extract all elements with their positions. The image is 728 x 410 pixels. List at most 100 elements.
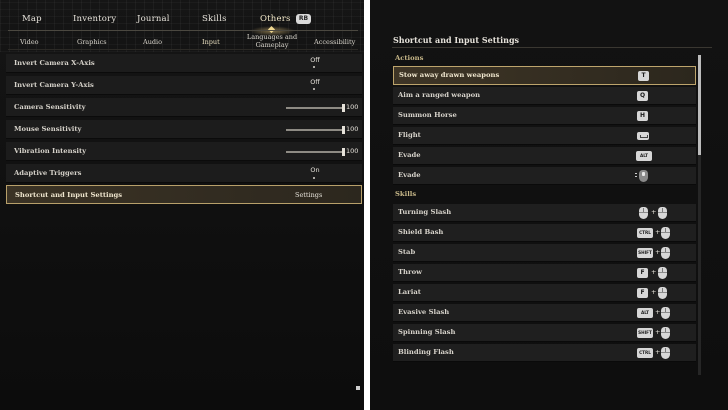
setting-invert-camera-x[interactable]: Invert Camera X-Axis Off — [6, 54, 362, 73]
slider-handle[interactable] — [342, 148, 345, 156]
mouse-icon — [658, 287, 667, 299]
subtab-divider — [8, 49, 358, 50]
action-row[interactable]: Evade ALT — [393, 147, 696, 165]
skill-label: Lariat — [398, 288, 421, 296]
slider-value: 100 — [346, 125, 359, 133]
mouse-icon — [658, 207, 667, 219]
setting-adaptive-triggers[interactable]: Adaptive Triggers On — [6, 164, 362, 183]
skill-row[interactable]: Spinning Slash SHIFT + — [393, 324, 696, 342]
toggle-value[interactable]: Off — [302, 78, 328, 86]
skill-label: Blinding Flash — [398, 348, 454, 356]
section-skills: Skills — [395, 190, 417, 198]
key-ctrl-icon: CTRL — [637, 228, 653, 238]
slider-value: 100 — [346, 147, 359, 155]
setting-label: Invert Camera X-Axis — [14, 59, 95, 67]
skill-row[interactable]: Stab SHIFT + — [393, 244, 696, 262]
subtab-audio[interactable]: Audio — [143, 38, 162, 46]
skill-row[interactable]: Throw F + — [393, 264, 696, 282]
key-ctrl-icon: CTRL — [637, 348, 653, 358]
subtab-input[interactable]: Input — [202, 38, 220, 46]
tab-journal[interactable]: Journal — [137, 14, 170, 24]
tab-skills[interactable]: Skills — [202, 14, 227, 24]
toggle-value[interactable]: On — [302, 166, 328, 174]
key-f-icon: F — [637, 268, 648, 278]
scroll-arrows-icon — [635, 173, 637, 179]
slider-value: 100 — [346, 103, 359, 111]
vibration-intensity-slider[interactable] — [286, 148, 345, 156]
tab-inventory[interactable]: Inventory — [73, 14, 116, 24]
tab-divider — [8, 30, 358, 31]
setting-mouse-sensitivity[interactable]: Mouse Sensitivity 100 — [6, 120, 362, 139]
mouse-icon — [661, 347, 670, 359]
tab-others[interactable]: Others — [260, 14, 291, 24]
settings-panel: Map Inventory Journal Skills Others RB V… — [0, 0, 364, 410]
toggle-indicator — [313, 88, 315, 90]
subtab-video[interactable]: Video — [20, 38, 39, 46]
toggle-value[interactable]: Off — [302, 56, 328, 64]
scrollbar-thumb[interactable] — [698, 55, 701, 155]
skill-row[interactable]: Blinding Flash CTRL + — [393, 344, 696, 362]
key-alt-icon: ALT — [636, 151, 652, 161]
skill-label: Turning Slash — [398, 208, 452, 216]
key-q-icon: Q — [637, 91, 648, 101]
setting-camera-sensitivity[interactable]: Camera Sensitivity 100 — [6, 98, 362, 117]
setting-label: Shortcut and Input Settings — [15, 191, 123, 199]
skill-label: Stab — [398, 248, 416, 256]
action-label: Stow away drawn weapons — [399, 71, 500, 79]
plus-sign: + — [651, 288, 657, 296]
action-label: Aim a ranged weapon — [398, 91, 481, 99]
setting-label: Adaptive Triggers — [14, 169, 82, 177]
setting-label: Invert Camera Y-Axis — [14, 81, 94, 89]
subtab-languages-gameplay[interactable]: Languages and Gameplay — [244, 33, 300, 49]
skill-row[interactable]: Lariat F + — [393, 284, 696, 302]
action-label: Evade — [398, 171, 421, 179]
action-label: Flight — [398, 131, 421, 139]
slider-handle[interactable] — [342, 126, 345, 134]
key-shift-icon: SHIFT — [637, 248, 653, 258]
skill-row[interactable]: Evasive Slash ALT + — [393, 304, 696, 322]
skill-row[interactable]: Turning Slash + — [393, 204, 696, 222]
toggle-indicator — [313, 177, 315, 179]
setting-label: Camera Sensitivity — [14, 103, 86, 111]
plus-sign: + — [655, 248, 661, 256]
mouse-sensitivity-slider[interactable] — [286, 126, 345, 134]
key-t-icon: T — [638, 71, 649, 81]
skill-row[interactable]: Shield Bash CTRL + — [393, 224, 696, 242]
skill-label: Evasive Slash — [398, 308, 450, 316]
tab-map[interactable]: Map — [22, 14, 42, 24]
action-row[interactable]: Aim a ranged weapon Q — [393, 87, 696, 105]
slider-handle[interactable] — [342, 104, 345, 112]
mouse-icon — [661, 247, 670, 259]
plus-sign: + — [655, 348, 661, 356]
key-h-icon: H — [637, 111, 648, 121]
toggle-indicator — [313, 66, 315, 68]
mouse-icon — [639, 207, 648, 219]
shortcut-settings-panel: Shortcut and Input Settings Actions Stow… — [370, 0, 728, 410]
setting-shortcut-input[interactable]: Shortcut and Input Settings Settings — [6, 185, 362, 204]
setting-vibration-intensity[interactable]: Vibration Intensity 100 — [6, 142, 362, 161]
skill-label: Shield Bash — [398, 228, 444, 236]
action-row[interactable]: Evade — [393, 167, 696, 185]
mouse-icon — [658, 267, 667, 279]
action-label: Evade — [398, 151, 421, 159]
cursor-icon — [356, 386, 360, 390]
mouse-icon — [661, 227, 670, 239]
mouse-icon — [661, 327, 670, 339]
header-texture — [0, 0, 364, 52]
title-divider — [392, 47, 712, 48]
section-actions: Actions — [395, 54, 424, 62]
action-row[interactable]: Stow away drawn weapons T — [393, 66, 696, 85]
camera-sensitivity-slider[interactable] — [286, 104, 345, 112]
setting-label: Vibration Intensity — [14, 147, 87, 155]
subtab-graphics[interactable]: Graphics — [77, 38, 107, 46]
plus-sign: + — [651, 268, 657, 276]
subtab-accessibility[interactable]: Accessibility — [314, 38, 355, 46]
skill-label: Spinning Slash — [398, 328, 456, 336]
setting-invert-camera-y[interactable]: Invert Camera Y-Axis Off — [6, 76, 362, 95]
key-alt-icon: ALT — [637, 308, 653, 318]
action-row[interactable]: Flight — [393, 127, 696, 145]
panel-title: Shortcut and Input Settings — [393, 35, 520, 45]
space-bar-icon — [637, 132, 649, 140]
settings-button[interactable]: Settings — [295, 191, 322, 199]
action-row[interactable]: Summon Horse H — [393, 107, 696, 125]
